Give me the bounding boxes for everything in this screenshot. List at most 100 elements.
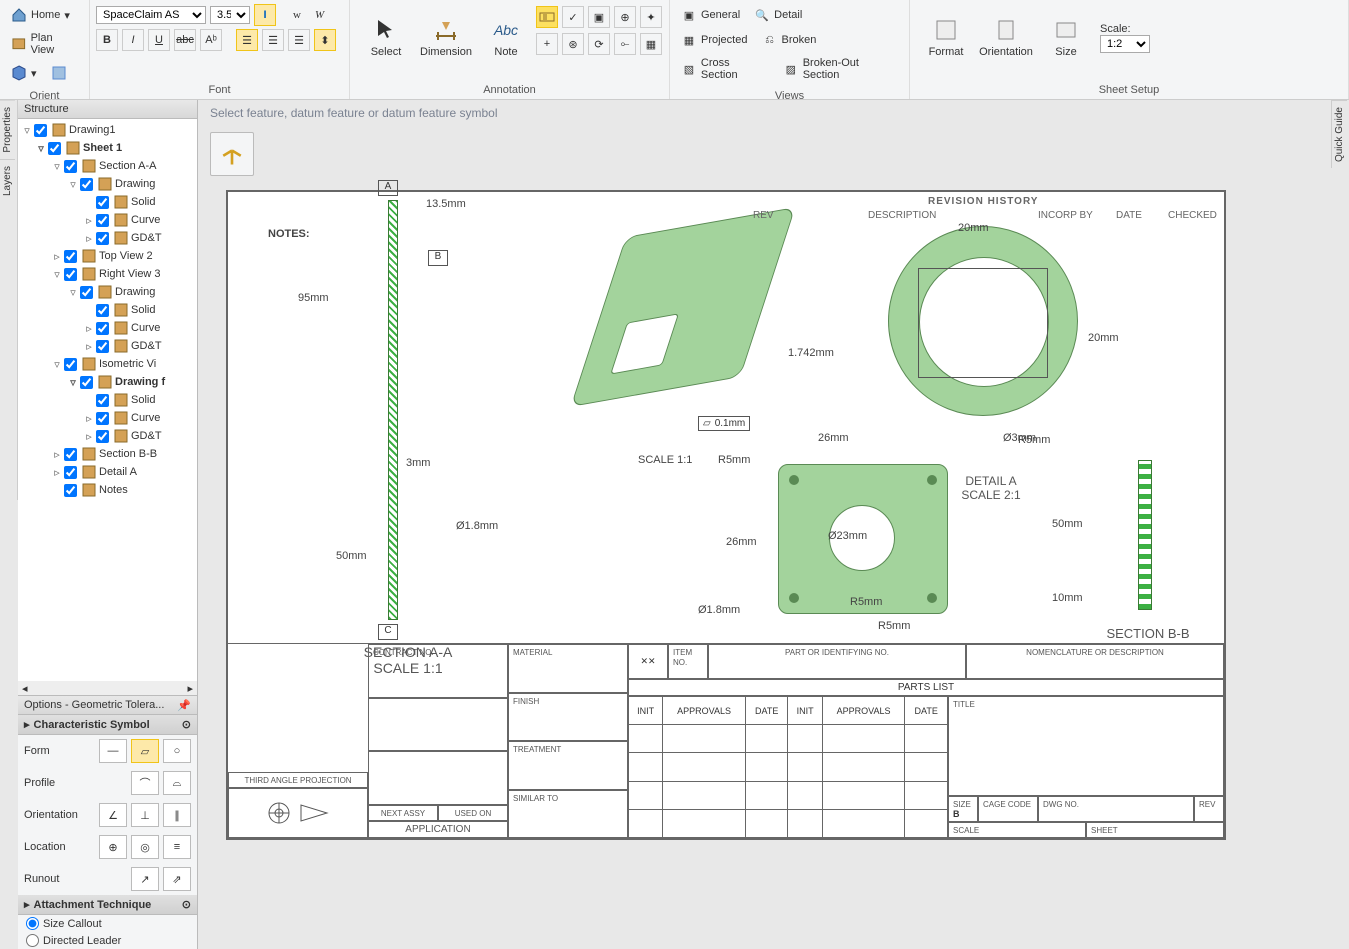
tree-expander-icon[interactable]: ▹ — [84, 412, 94, 425]
concentricity-symbol[interactable]: ◎ — [131, 835, 159, 859]
italic-button[interactable]: I — [122, 29, 144, 51]
tree-visibility-checkbox[interactable] — [48, 142, 61, 155]
tree-item[interactable]: ▿Drawing — [20, 175, 195, 193]
angularity-symbol[interactable]: ∠ — [99, 803, 127, 827]
tree-item[interactable]: Solid — [20, 301, 195, 319]
tree-expander-icon[interactable]: ▹ — [84, 340, 94, 353]
detail-view-button[interactable]: 🔍Detail — [749, 4, 807, 26]
options-pin-icon[interactable]: 📌 — [177, 699, 191, 712]
width-factor-button[interactable]: w — [288, 6, 306, 24]
tree-item[interactable]: ▿Drawing — [20, 283, 195, 301]
tree-expander-icon[interactable]: ▿ — [52, 160, 62, 173]
superscript-button[interactable]: Aᵇ — [200, 29, 222, 51]
vertical-align-button[interactable]: ⬍ — [314, 29, 336, 51]
tree-item[interactable]: ▹Detail A — [20, 463, 195, 481]
size-callout-radio[interactable] — [26, 917, 39, 930]
tree-item[interactable]: ▿Isometric Vi — [20, 355, 195, 373]
general-view-button[interactable]: ▣General — [676, 4, 745, 26]
tree-item[interactable]: ▹Section B-B — [20, 445, 195, 463]
tree-item[interactable]: ▹Curve — [20, 319, 195, 337]
perpendicularity-symbol[interactable]: ⊥ — [131, 803, 159, 827]
layers-tab[interactable]: Layers — [0, 159, 15, 202]
directed-leader-radio[interactable] — [26, 934, 39, 947]
tree-visibility-checkbox[interactable] — [96, 196, 109, 209]
circularity-symbol[interactable]: ○ — [163, 739, 191, 763]
parallelism-symbol[interactable]: ∥ — [163, 803, 191, 827]
tree-item[interactable]: ▹Curve — [20, 211, 195, 229]
size-button[interactable]: Size — [1036, 4, 1096, 72]
tree-visibility-checkbox[interactable] — [96, 322, 109, 335]
tree-visibility-checkbox[interactable] — [80, 286, 93, 299]
table-button[interactable]: ▦ — [640, 33, 662, 55]
datum-button[interactable]: ▣ — [588, 6, 610, 28]
properties-tab[interactable]: Properties — [0, 100, 15, 159]
strikethrough-button[interactable]: abc — [174, 29, 196, 51]
tree-item[interactable]: ▹GD&T — [20, 337, 195, 355]
tree-visibility-checkbox[interactable] — [80, 178, 93, 191]
tree-item[interactable]: ▹Top View 2 — [20, 247, 195, 265]
tree-visibility-checkbox[interactable] — [96, 304, 109, 317]
gdt-button[interactable] — [536, 6, 558, 28]
centerline-button[interactable]: + — [536, 33, 558, 55]
tree-visibility-checkbox[interactable] — [96, 340, 109, 353]
tree-expander-icon[interactable]: ▹ — [84, 322, 94, 335]
broken-out-button[interactable]: ▨Broken-Out Section — [778, 54, 903, 84]
tree-expander-icon[interactable]: ▹ — [84, 214, 94, 227]
weld-button[interactable]: ⟳ — [588, 33, 610, 55]
tree-item[interactable]: ▹GD&T — [20, 427, 195, 445]
tree-visibility-checkbox[interactable] — [96, 394, 109, 407]
align-right-button[interactable]: ☰ — [288, 29, 310, 51]
tree-expander-icon[interactable]: ▹ — [52, 250, 62, 263]
tree-item[interactable]: Solid — [20, 391, 195, 409]
datum-target-button[interactable]: ⊕ — [614, 6, 636, 28]
broken-view-button[interactable]: ⎌Broken — [756, 29, 821, 51]
tree-item[interactable]: ▿Sheet 1 — [20, 139, 195, 157]
tree-item[interactable]: ▹GD&T — [20, 229, 195, 247]
flatness-symbol[interactable]: ▱ — [131, 739, 159, 763]
char-symbol-header[interactable]: ▸ Characteristic Symbol ⊙ — [18, 715, 197, 735]
tree-expander-icon[interactable]: ▿ — [68, 376, 78, 389]
tree-expander-icon[interactable]: ▹ — [84, 232, 94, 245]
scale-select[interactable]: 1:2 — [1100, 35, 1150, 53]
font-size-select[interactable]: 3.5 — [210, 6, 250, 24]
quick-guide-tab[interactable]: Quick Guide — [1332, 100, 1347, 168]
home-dropdown[interactable]: Home ▾ — [6, 4, 75, 26]
tree-horizontal-scroll[interactable]: ◂▸ — [18, 681, 197, 695]
tree-item[interactable]: ▹Curve — [20, 409, 195, 427]
surface-finish-button[interactable]: ✓ — [562, 6, 584, 28]
drawing-canvas[interactable]: Select feature, datum feature or datum f… — [198, 100, 1331, 949]
tree-item[interactable]: Notes — [20, 481, 195, 499]
tree-expander-icon[interactable]: ▿ — [22, 124, 32, 137]
total-runout-symbol[interactable]: ⇗ — [163, 867, 191, 891]
tree-expander-icon[interactable]: ▿ — [36, 142, 46, 155]
align-center-button[interactable]: ☰ — [262, 29, 284, 51]
tree-visibility-checkbox[interactable] — [64, 268, 77, 281]
tree-item[interactable]: ▿Section A-A — [20, 157, 195, 175]
centermark-button[interactable]: ✦ — [640, 6, 662, 28]
tree-visibility-checkbox[interactable] — [80, 376, 93, 389]
attach-technique-header[interactable]: ▸ Attachment Technique ⊙ — [18, 895, 197, 915]
tree-expander-icon[interactable]: ▹ — [84, 430, 94, 443]
position-symbol[interactable]: ⊕ — [99, 835, 127, 859]
tree-item[interactable]: Solid — [20, 193, 195, 211]
structure-tree[interactable]: ▿Drawing1▿Sheet 1▿Section A-A▿DrawingSol… — [18, 119, 197, 681]
cross-section-button[interactable]: ▧Cross Section — [676, 54, 774, 84]
thread-button[interactable]: ⊛ — [562, 33, 584, 55]
straightness-symbol[interactable]: — — [99, 739, 127, 763]
display-mode-button[interactable] — [46, 62, 72, 84]
tree-expander-icon[interactable]: ▹ — [52, 466, 62, 479]
tree-visibility-checkbox[interactable] — [64, 448, 77, 461]
tree-visibility-checkbox[interactable] — [96, 214, 109, 227]
projected-view-button[interactable]: ▦Projected — [676, 29, 752, 51]
symmetry-symbol[interactable]: ≡ — [163, 835, 191, 859]
tree-visibility-checkbox[interactable] — [96, 412, 109, 425]
align-left-button[interactable]: ☰ — [236, 29, 258, 51]
tree-item[interactable]: ▿Drawing f — [20, 373, 195, 391]
underline-button[interactable]: U — [148, 29, 170, 51]
obliquing-button[interactable]: W — [310, 6, 329, 24]
collapse-icon[interactable]: ⊙ — [182, 898, 191, 911]
select-button[interactable]: Select — [356, 4, 416, 72]
note-button[interactable]: Abc Note — [476, 4, 536, 72]
tree-expander-icon[interactable]: ▿ — [68, 286, 78, 299]
font-family-select[interactable]: SpaceClaim AS — [96, 6, 206, 24]
